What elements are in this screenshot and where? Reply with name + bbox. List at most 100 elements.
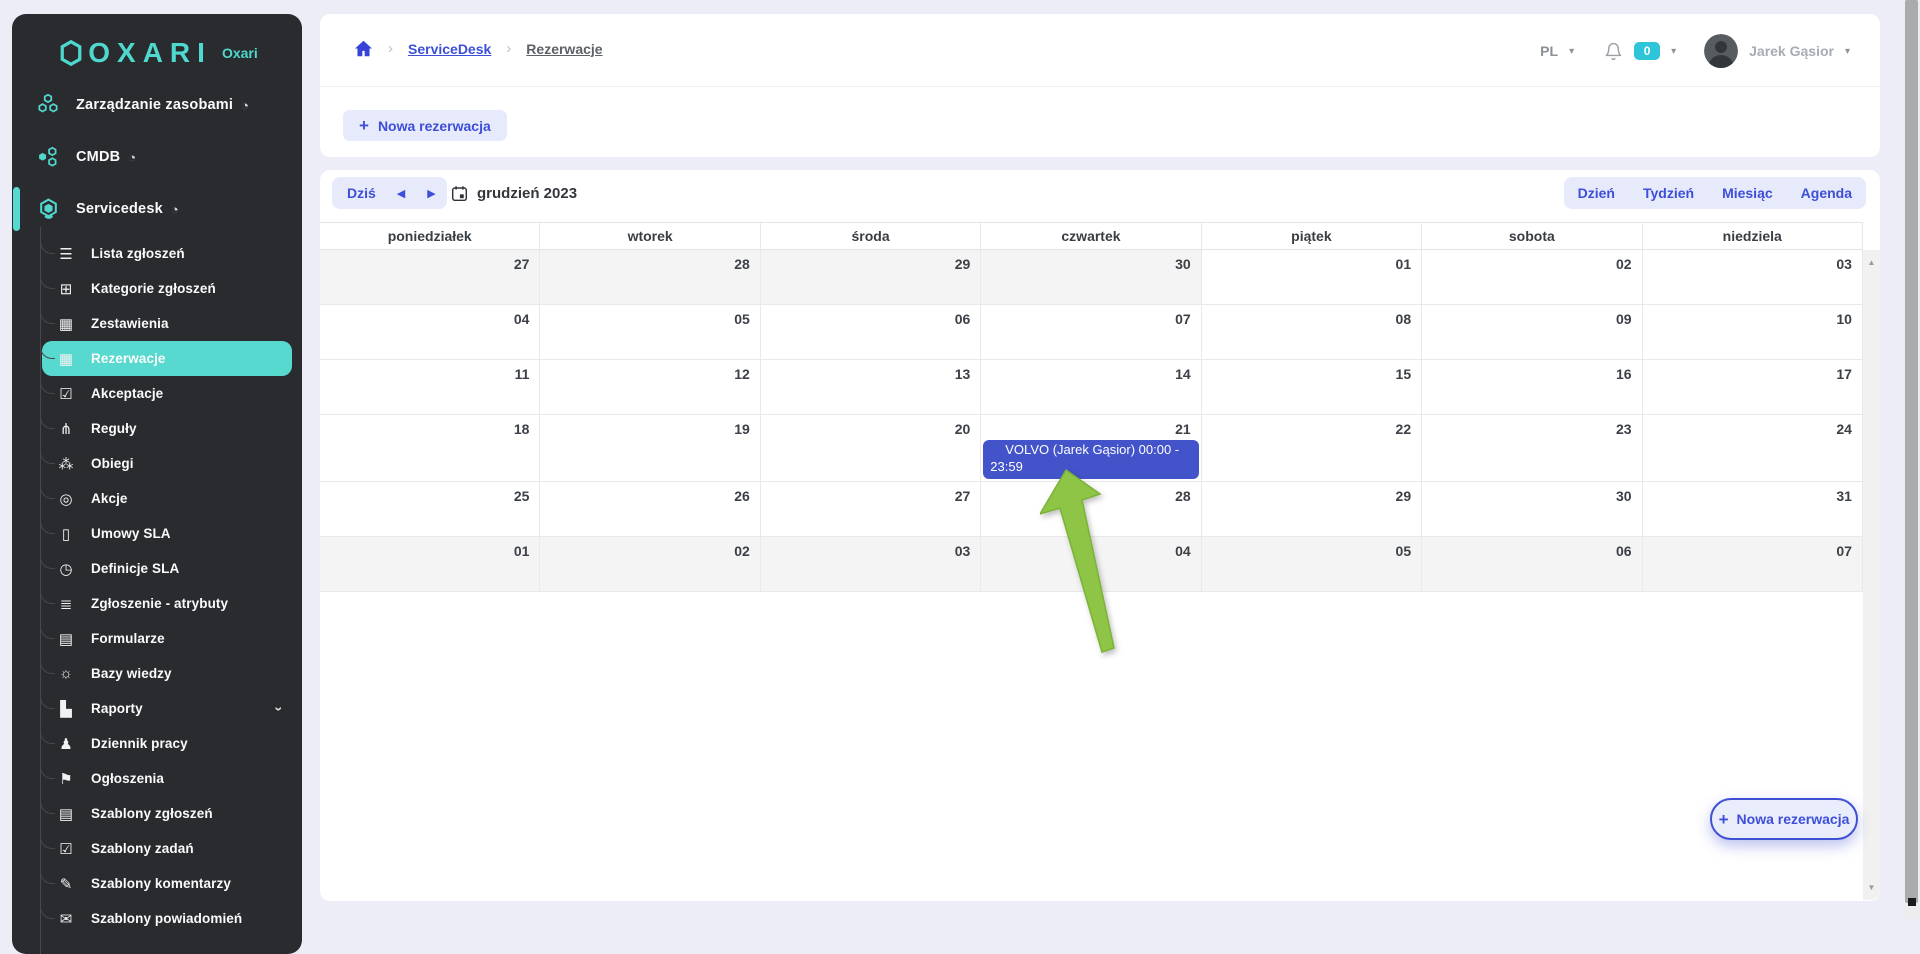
sidebar-section-resources[interactable]: Zarządzanie zasobami ◔	[12, 80, 302, 130]
calendar-day-cell[interactable]: 31	[1642, 482, 1863, 537]
sidebar-item-szablony-zgloszen[interactable]: ▤ Szablony zgłoszeń	[40, 787, 292, 831]
calendar-day-cell[interactable]: 02	[540, 537, 761, 592]
notification-bell-icon[interactable]	[1604, 41, 1623, 62]
calendar-day-cell[interactable]: 05	[540, 305, 761, 360]
calendar-day-cell[interactable]: 01	[320, 537, 541, 592]
chevron-down-icon[interactable]: ▾	[1569, 46, 1574, 57]
sidebar-item-label: Definicje SLA	[91, 561, 180, 576]
calendar-day-cell[interactable]: 12	[540, 360, 761, 415]
calendar-day-cell[interactable]: 22	[1201, 415, 1423, 482]
calendar-day-cell[interactable]: 16	[1422, 360, 1643, 415]
calendar-day-cell[interactable]: 07	[1642, 537, 1863, 592]
sidebar-item-akceptacje[interactable]: ☑ Akceptacje	[40, 367, 292, 411]
calendar-day-cell[interactable]: 01	[1201, 250, 1423, 305]
calendar-scrollbar[interactable]: ▲ ▼	[1863, 250, 1880, 900]
today-button[interactable]: Dziś	[332, 185, 386, 201]
calendar-day-cell[interactable]: 03	[1642, 250, 1863, 305]
day-number: 31	[1836, 488, 1852, 504]
resources-hexagons-icon	[34, 92, 62, 118]
calendar-day-cell[interactable]: 11	[320, 360, 541, 415]
page-scrollbar[interactable]	[1903, 0, 1920, 919]
weekday-header-cell: niedziela	[1643, 223, 1863, 249]
sidebar-nav-items: ☰ Lista zgłoszeń ⊞ Kategorie zgłoszeń ▦ Zesta…	[12, 227, 302, 936]
sidebar-item-raporty[interactable]: ▙ Raporty ›	[40, 682, 292, 726]
sidebar-item-szablony-komentarzy[interactable]: ✎ Szablony komentarzy	[40, 857, 292, 901]
calendar-day-cell[interactable]: 26	[540, 482, 761, 537]
sidebar-item-ogloszenia[interactable]: ⚑ Ogłoszenia	[40, 752, 292, 796]
page-scrollbar-thumb[interactable]	[1905, 0, 1918, 903]
calendar-day-cell[interactable]: 09	[1422, 305, 1643, 360]
sidebar-item-label: Lista zgłoszeń	[91, 246, 185, 261]
breadcrumb-servicedesk[interactable]: ServiceDesk	[408, 41, 491, 57]
sidebar-item-rezerwacje[interactable]: ▦ Rezerwacje	[40, 332, 292, 376]
calendar-day-cell[interactable]: 06	[1422, 537, 1643, 592]
sidebar-item-obiegi[interactable]: ⁂ Obiegi	[40, 437, 292, 481]
calendar-day-cell[interactable]: 06	[760, 305, 982, 360]
day-number: 08	[1395, 311, 1412, 327]
calendar-day-cell[interactable]: 25	[320, 482, 541, 537]
scroll-down-arrow-icon[interactable]: ▼	[1863, 883, 1880, 892]
chevron-down-icon[interactable]: ›	[272, 706, 288, 711]
view-button-month[interactable]: Miesiąc	[1708, 185, 1787, 201]
notification-count-badge[interactable]: 0	[1634, 42, 1661, 60]
calendar-day-cell[interactable]: 15	[1201, 360, 1423, 415]
calendar-day-cell[interactable]: 05	[1201, 537, 1423, 592]
calendar-day-cell[interactable]: 17	[1642, 360, 1863, 415]
sidebar-item-umowy-sla[interactable]: ▯ Umowy SLA	[40, 507, 292, 551]
calendar-day-cell[interactable]: 14	[981, 360, 1202, 415]
sidebar-item-zestawienia[interactable]: ▦ Zestawienia	[40, 297, 292, 341]
user-name[interactable]: Jarek Gąsior	[1749, 43, 1834, 59]
sidebar-item-lista-zgloszen[interactable]: ☰ Lista zgłoszeń	[40, 227, 292, 271]
sidebar-item-definicje-sla[interactable]: ◷ Definicje SLA	[40, 542, 292, 586]
calendar-day-cell[interactable]: 02	[1422, 250, 1643, 305]
logo[interactable]: OXARI Oxari	[12, 14, 302, 78]
new-reservation-button[interactable]: + Nowa rezerwacja	[343, 110, 507, 141]
chevron-down-icon[interactable]: ▾	[1845, 46, 1850, 57]
next-month-button[interactable]: ▶	[416, 187, 446, 200]
calendar-day-cell[interactable]: 03	[760, 537, 982, 592]
calendar-day-cell[interactable]: 23	[1422, 415, 1643, 482]
home-icon[interactable]	[354, 40, 373, 57]
prev-month-button[interactable]: ◀	[386, 187, 416, 200]
sidebar-section-cmdb[interactable]: CMDB ◔	[12, 132, 302, 182]
calendar-day-cell[interactable]: 30	[981, 250, 1202, 305]
sidebar-item-formularze[interactable]: ▤ Formularze	[40, 612, 292, 656]
day-number: 28	[734, 256, 750, 272]
calendar-day-cell[interactable]: 07	[981, 305, 1202, 360]
sidebar-item-kategorie-zgloszen[interactable]: ⊞ Kategorie zgłoszeń	[40, 262, 292, 306]
calendar-day-cell[interactable]: 08	[1201, 305, 1423, 360]
day-number: 24	[1836, 421, 1852, 437]
calendar-day-cell[interactable]: 29	[1201, 482, 1423, 537]
breadcrumb-rezerwacje[interactable]: Rezerwacje	[526, 41, 602, 57]
calendar-day-cell[interactable]: 29	[760, 250, 982, 305]
sidebar-item-zgloszenie-atrybuty[interactable]: ≣ Zgłoszenie - atrybuty	[40, 577, 292, 621]
avatar[interactable]	[1704, 34, 1739, 68]
calendar-day-cell[interactable]: 28	[540, 250, 761, 305]
calendar-day-cell[interactable]: 18	[320, 415, 541, 482]
sidebar-item-label: Akceptacje	[91, 386, 164, 401]
sidebar-item-szablony-zadan[interactable]: ☑ Szablony zadań	[40, 822, 292, 866]
view-button-week[interactable]: Tydzień	[1629, 185, 1708, 201]
scroll-up-arrow-icon[interactable]: ▲	[1863, 258, 1880, 267]
calendar-day-cell[interactable]: 19	[540, 415, 761, 482]
language-selector[interactable]: PL	[1540, 43, 1558, 59]
sidebar-item-reguly[interactable]: ⋔ Reguły	[40, 402, 292, 446]
calendar-day-cell[interactable]: 20	[760, 415, 982, 482]
green-pointer-arrow	[1040, 468, 1115, 653]
calendar-day-cell[interactable]: 13	[760, 360, 982, 415]
calendar-day-cell[interactable]: 30	[1422, 482, 1643, 537]
calendar-day-cell[interactable]: 04	[320, 305, 541, 360]
sidebar-item-akcje[interactable]: ◎ Akcje	[40, 472, 292, 516]
sidebar-item-bazy-wiedzy[interactable]: ☼ Bazy wiedzy	[40, 647, 292, 691]
calendar-day-cell[interactable]: 27	[760, 482, 982, 537]
sidebar-section-servicedesk[interactable]: Servicedesk ◔	[12, 184, 302, 234]
chevron-down-icon[interactable]: ▾	[1671, 46, 1676, 57]
view-button-day[interactable]: Dzień	[1564, 185, 1629, 201]
day-number: 05	[734, 311, 750, 327]
fab-new-reservation-button[interactable]: + Nowa rezerwacja	[1710, 798, 1858, 840]
calendar-day-cell[interactable]: 27	[320, 250, 541, 305]
calendar-day-cell[interactable]: 24	[1642, 415, 1863, 482]
view-button-agenda[interactable]: Agenda	[1787, 185, 1866, 201]
sidebar-item-dziennik-pracy[interactable]: ♟ Dziennik pracy	[40, 717, 292, 761]
calendar-day-cell[interactable]: 10	[1642, 305, 1863, 360]
